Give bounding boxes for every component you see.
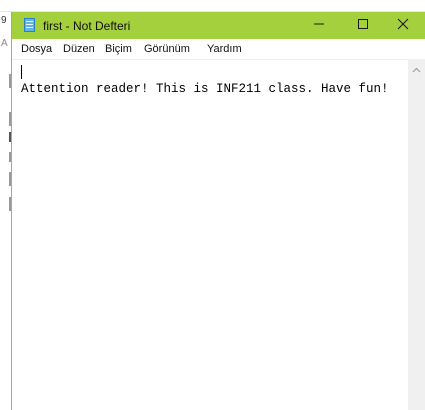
menu-item-gorunum[interactable]: Görünüm: [144, 43, 190, 55]
title-bar[interactable]: first - Not Defteri: [12, 12, 425, 39]
close-icon: [397, 17, 409, 35]
menu-item-yardim[interactable]: Yardım: [207, 43, 242, 55]
menu-bar: Dosya Düzen Biçim Görünüm Yardım: [12, 39, 425, 60]
notepad-icon[interactable]: [24, 18, 35, 32]
scroll-up-button[interactable]: [408, 60, 425, 77]
menu-item-bicim[interactable]: Biçim: [105, 43, 132, 55]
notepad-window: first - Not Defteri Dosya Düzen Biçim Gö…: [11, 12, 425, 410]
background-fragment-text: 9: [1, 15, 7, 26]
minimize-button[interactable]: [297, 12, 341, 39]
window-title: first - Not Defteri: [43, 19, 131, 33]
desktop: 9 A first - Not Defteri Dosya Düzen Biçi…: [0, 0, 425, 410]
menu-item-dosya[interactable]: Dosya: [21, 43, 52, 55]
chevron-up-icon: [412, 60, 421, 78]
maximize-button[interactable]: [341, 12, 385, 39]
menu-item-duzen[interactable]: Düzen: [63, 43, 95, 55]
background-window-edge: [0, 0, 425, 12]
vertical-scrollbar[interactable]: [408, 60, 425, 410]
text-caret: [21, 65, 22, 79]
background-fragment-text: A: [1, 38, 8, 49]
maximize-icon: [357, 17, 369, 35]
background-window-strip: 9 A: [0, 12, 11, 410]
text-editor-area[interactable]: Attention reader! This is INF211 class. …: [12, 60, 408, 410]
editor-content[interactable]: Attention reader! This is INF211 class. …: [21, 82, 389, 96]
close-button[interactable]: [381, 12, 425, 39]
minimize-icon: [313, 17, 325, 35]
